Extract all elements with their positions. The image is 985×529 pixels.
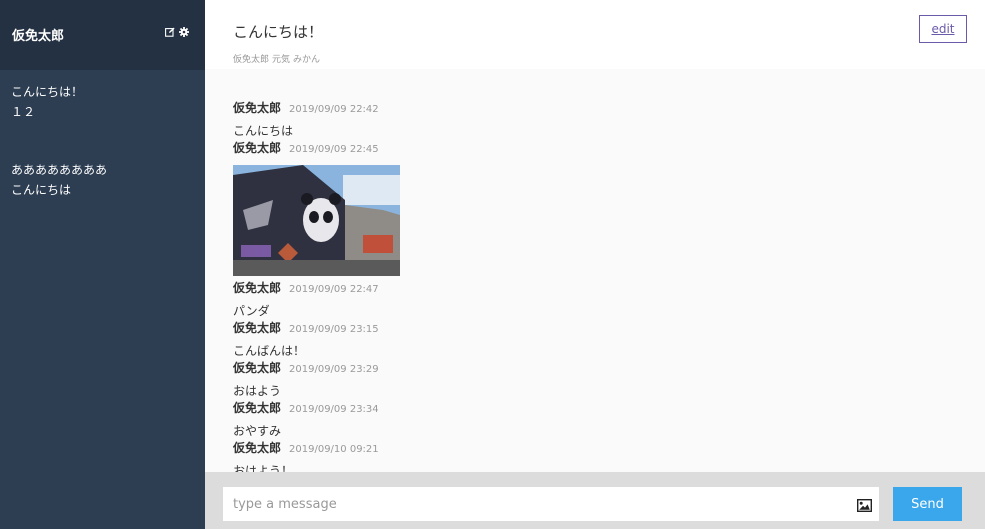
message: 仮免太郎 2019/09/09 23:34 おやすみ (233, 399, 833, 439)
message-text: こんにちは (233, 124, 294, 138)
message: 仮免太郎 2019/09/09 22:47 パンダ (233, 279, 833, 319)
message: 仮免太郎 2019/09/10 09:21 おはよう！ (233, 439, 833, 472)
message-date: 2019/09/10 09:21 (289, 444, 379, 455)
message-date: 2019/09/09 22:47 (289, 284, 379, 295)
message-text: パンダ (233, 304, 270, 318)
message-date: 2019/09/09 23:15 (289, 324, 379, 335)
message: 仮免太郎 2019/09/09 23:15 こんばんは！ (233, 319, 833, 359)
message-text: おはよう (233, 384, 282, 398)
message-image[interactable] (233, 165, 400, 276)
group-last-message: こんにちは (11, 183, 72, 197)
sidebar-header: 仮免太郎 (0, 0, 205, 70)
message-user: 仮免太郎 (233, 401, 282, 415)
message-user: 仮免太郎 (233, 441, 282, 455)
message-user: 仮免太郎 (233, 321, 282, 335)
message: 仮免太郎 2019/09/09 22:42 こんにちは (233, 99, 833, 139)
message: 仮免太郎 2019/09/09 23:29 おはよう (233, 359, 833, 399)
sidebar-group-item[interactable]: こんにちは！ １２ (11, 82, 83, 122)
message-text: おやすみ (233, 424, 282, 438)
edit-group-button[interactable]: edit (919, 15, 967, 43)
message-date: 2019/09/09 22:45 (289, 144, 379, 155)
message-date: 2019/09/09 22:42 (289, 104, 379, 115)
message: 仮免太郎 2019/09/09 22:45 (233, 139, 833, 159)
chat-header: こんにちは！ 仮免太郎 元気 みかん edit (205, 0, 985, 69)
message-user: 仮免太郎 (233, 101, 282, 115)
group-name: こんにちは！ (11, 85, 84, 99)
settings-gear-icon[interactable] (179, 27, 189, 37)
group-name: ああああああああ (11, 163, 108, 177)
chat-main: こんにちは！ 仮免太郎 元気 みかん edit 仮免太郎 2019/09/09 2… (205, 0, 985, 529)
sidebar-group-item[interactable]: ああああああああ こんにちは (11, 160, 107, 200)
member-list: 仮免太郎 元気 みかん (233, 52, 320, 65)
member-name: みかん (293, 55, 321, 65)
image-icon[interactable] (856, 497, 873, 516)
group-last-message: １２ (11, 105, 36, 119)
message-text: こんばんは！ (233, 344, 306, 358)
sidebar: 仮免太郎 こんにちは！ １２ ああああああああ こんにちは (0, 0, 205, 529)
message-input[interactable] (223, 487, 879, 521)
send-button[interactable]: Send (893, 487, 962, 521)
message-date: 2019/09/09 23:34 (289, 404, 379, 415)
message-list[interactable]: 仮免太郎 2019/09/09 22:42 こんにちは 仮免太郎 2019/09/0… (205, 69, 985, 472)
message-user: 仮免太郎 (233, 361, 282, 375)
message-user: 仮免太郎 (233, 281, 282, 295)
current-user-name: 仮免太郎 (12, 29, 65, 44)
edit-group-icon[interactable] (165, 27, 175, 37)
message-text: おはよう！ (233, 464, 294, 472)
member-name: 元気 (272, 55, 291, 65)
member-name: 仮免太郎 (233, 55, 270, 65)
sidebar-header-icons (165, 27, 189, 37)
message-form: Send (205, 472, 985, 529)
message-date: 2019/09/09 23:29 (289, 364, 379, 375)
message-user: 仮免太郎 (233, 141, 282, 155)
group-title: こんにちは！ (233, 23, 324, 41)
